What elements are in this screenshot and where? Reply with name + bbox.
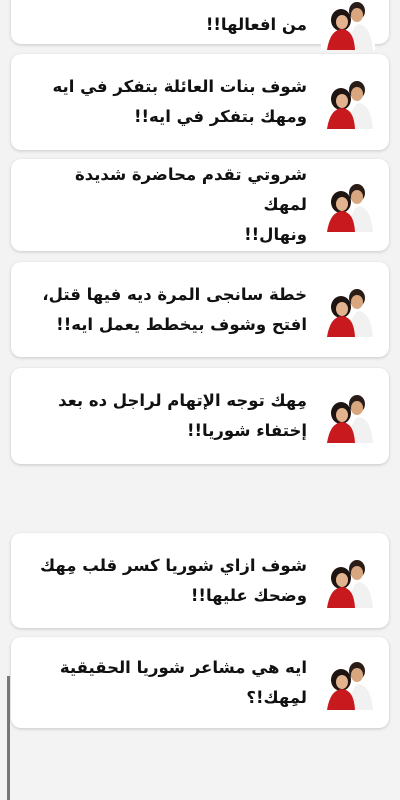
couple-thumbnail-icon-svg [321, 0, 375, 50]
couple-thumbnail-icon [321, 553, 375, 608]
couple-thumbnail-icon [321, 655, 375, 710]
story-title: شروتي تقدم محاضرة شديدة لمهك ونهال!! [74, 165, 307, 244]
couple-thumbnail-icon [321, 75, 375, 129]
story-title: خطة سانجى المرة ديه فيها قتل، افتح وشوف … [42, 284, 307, 334]
story-card[interactable]: ايه هي مشاعر شوريا الحقيقية لمِهك!؟ [11, 637, 389, 728]
scrollbar[interactable] [7, 676, 10, 800]
story-title: مِهك توجه الإتهام لراجل ده بعد إختفاء شو… [58, 391, 307, 440]
stories-feed[interactable]: من افعالها!! شوف بنات العائلة بتفكر في ا… [0, 0, 400, 800]
story-title: من افعالها!! [205, 15, 307, 34]
couple-thumbnail-icon [321, 0, 375, 50]
story-title: شوف بنات العائلة بتفكر في ايه ومهك بتفكر… [52, 77, 308, 126]
story-card[interactable]: شوف بنات العائلة بتفكر في ايه ومهك بتفكر… [11, 54, 389, 150]
story-card[interactable]: شروتي تقدم محاضرة شديدة لمهك ونهال!! [11, 159, 389, 251]
story-title: ايه هي مشاعر شوريا الحقيقية لمِهك!؟ [59, 657, 307, 707]
couple-thumbnail-icon [321, 282, 375, 337]
couple-thumbnail-icon [321, 389, 375, 443]
story-title: شوف ازاي شوريا كسر قلب مِهك وضحك عليها!! [40, 555, 307, 605]
story-card[interactable]: مِهك توجه الإتهام لراجل ده بعد إختفاء شو… [11, 368, 389, 464]
story-card[interactable]: خطة سانجى المرة ديه فيها قتل، افتح وشوف … [11, 262, 389, 357]
story-card[interactable]: شوف ازاي شوريا كسر قلب مِهك وضحك عليها!! [11, 533, 389, 628]
story-card[interactable]: من افعالها!! [11, 0, 389, 50]
couple-thumbnail-icon [321, 178, 375, 232]
